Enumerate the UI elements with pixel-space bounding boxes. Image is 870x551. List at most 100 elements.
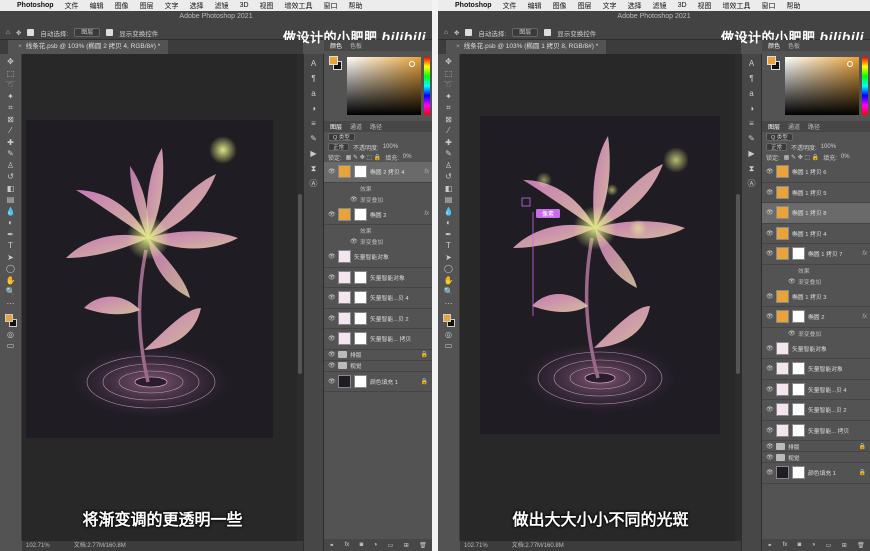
new-layer-icon[interactable]: ⊞ (404, 542, 409, 549)
layer-row[interactable]: 👁 颜色填充 1 🔒 (762, 463, 870, 484)
layer-row[interactable]: 👁 椭圆 2 fx (762, 307, 870, 328)
move-tool-icon[interactable]: ✥ (443, 57, 455, 67)
layer-mask-thumbnail[interactable] (354, 374, 367, 388)
glyphs-panel-icon[interactable]: a (746, 88, 757, 99)
new-group-icon[interactable]: ▭ (826, 542, 832, 549)
gradient-tool-icon[interactable]: ▤ (443, 195, 455, 205)
layer-mask-thumbnail[interactable] (792, 382, 805, 396)
menu-image[interactable]: 图像 (553, 1, 567, 11)
gradient-tool-icon[interactable]: ▤ (5, 195, 17, 205)
layer-row[interactable]: 👁 矢量智能... 拷贝 (324, 329, 432, 350)
visibility-eye-icon[interactable]: 👁 (766, 365, 774, 372)
layer-mask-thumbnail[interactable] (792, 362, 805, 376)
kind-filter[interactable]: Q 类型 (766, 133, 793, 141)
app-menu[interactable]: Photoshop (455, 2, 492, 9)
add-style-icon[interactable]: fx (345, 542, 350, 548)
auto-select-dropdown[interactable]: 图层 (74, 28, 101, 37)
magic-wand-icon[interactable]: ✦ (5, 92, 17, 102)
add-mask-icon[interactable]: ◙ (798, 542, 802, 548)
layer-effect-row[interactable]: 👁 渐变叠加 (324, 236, 432, 247)
eyedropper-icon[interactable]: ⁄ (443, 126, 455, 136)
hand-tool-icon[interactable]: ✋ (443, 276, 455, 286)
layer-row[interactable]: 👁 矢量智能...贝 2 (324, 309, 432, 329)
color-field[interactable] (347, 57, 421, 115)
show-transform-checkbox[interactable] (544, 29, 552, 36)
magic-wand-icon[interactable]: ✦ (443, 92, 455, 102)
layer-effect-row[interactable]: 效果 (762, 265, 870, 276)
paragraph-panel-icon[interactable]: ¶ (746, 73, 757, 84)
adjustments-panel-icon[interactable]: ◑ (308, 103, 319, 114)
visibility-eye-icon[interactable]: 👁 (328, 253, 336, 260)
layer-effect-row[interactable]: 👁 渐变叠加 (762, 328, 870, 339)
color-picker-ring[interactable] (409, 61, 415, 67)
show-transform-checkbox[interactable] (106, 29, 114, 36)
menu-filter[interactable]: 滤镜 (215, 1, 229, 11)
visibility-eye-icon[interactable]: 👁 (350, 196, 358, 203)
lasso-tool-icon[interactable]: ➰ (5, 80, 17, 90)
shape-tool-icon[interactable]: ◯ (443, 264, 455, 274)
layer-row[interactable]: 👁 椭圆 1 拷贝 7 fx (762, 244, 870, 265)
foreground-color[interactable] (442, 314, 451, 322)
layer-mask-thumbnail[interactable] (354, 270, 367, 284)
menu-file[interactable]: 文件 (65, 1, 79, 11)
layer-mask-thumbnail[interactable] (354, 207, 367, 221)
lasso-tool-icon[interactable]: ➰ (443, 80, 455, 90)
type-tool-icon[interactable]: T (443, 241, 455, 251)
opacity-value[interactable]: 100% (383, 144, 398, 150)
marquee-tool-icon[interactable]: ⬚ (5, 69, 17, 79)
layer-row[interactable]: 👁 椭圆 1 拷贝 6 (762, 162, 870, 183)
glyphs-panel-icon[interactable]: a (308, 88, 319, 99)
visibility-eye-icon[interactable]: 👁 (766, 189, 774, 196)
visibility-eye-icon[interactable]: 👁 (788, 278, 796, 285)
menu-plugins[interactable]: 增效工具 (723, 1, 751, 11)
quick-mask-icon[interactable]: ◎ (5, 330, 17, 340)
history-brush-icon[interactable]: ↺ (5, 172, 17, 182)
layer-mask-thumbnail[interactable] (792, 310, 805, 324)
path-select-icon[interactable]: ➤ (5, 253, 17, 263)
visibility-eye-icon[interactable]: 👁 (350, 238, 358, 245)
visibility-eye-icon[interactable]: 👁 (328, 294, 336, 301)
marquee-tool-icon[interactable]: ⬚ (443, 69, 455, 79)
lock-icons[interactable]: ▦ ✎ ✥ ⬚ 🔒 (346, 154, 382, 161)
more-tools-icon[interactable]: ⋯ (443, 299, 455, 309)
more-tools-icon[interactable]: ⋯ (5, 299, 17, 309)
shape-tool-icon[interactable]: ◯ (5, 264, 17, 274)
hue-slider[interactable] (424, 57, 430, 115)
layer-effect-row[interactable]: 效果 (324, 183, 432, 194)
history-brush-icon[interactable]: ↺ (443, 172, 455, 182)
foreground-color[interactable] (4, 314, 13, 322)
auto-select-checkbox[interactable] (465, 29, 473, 36)
move-tool-icon[interactable]: ✥ (5, 57, 17, 67)
frame-tool-icon[interactable]: ⊠ (5, 115, 17, 125)
document-canvas[interactable] (26, 120, 273, 438)
layer-row[interactable]: 👁 排版 🔒 (762, 441, 870, 452)
tab-color[interactable]: 颜色 (768, 41, 780, 50)
screen-mode-icon[interactable]: ▭ (5, 341, 17, 351)
visibility-eye-icon[interactable]: 👁 (328, 351, 336, 358)
home-icon[interactable]: ⌂ (6, 29, 10, 36)
zoom-tool-icon[interactable]: 🔍 (5, 287, 17, 297)
layer-mask-thumbnail[interactable] (792, 247, 805, 261)
opacity-value[interactable]: 100% (821, 144, 836, 150)
layer-row[interactable]: 👁 矢量智能对象 (324, 268, 432, 288)
visibility-eye-icon[interactable]: 👁 (328, 211, 336, 218)
menu-type[interactable]: 文字 (165, 1, 179, 11)
new-layer-icon[interactable]: ⊞ (842, 542, 847, 549)
zoom-level[interactable]: 102.71% (26, 541, 50, 551)
layer-mask-thumbnail[interactable] (792, 423, 805, 437)
close-icon[interactable]: × (18, 43, 22, 50)
close-icon[interactable]: × (456, 43, 460, 50)
adjustment-layer-icon[interactable]: ◑ (374, 542, 378, 548)
layer-row[interactable]: 👁 排版 🔒 (324, 350, 432, 361)
home-icon[interactable]: ⌂ (444, 29, 448, 36)
brushes-panel-icon[interactable]: ✎ (746, 133, 757, 144)
layer-effect-row[interactable]: 👁 渐变叠加 (324, 194, 432, 205)
menu-layer[interactable]: 图层 (140, 1, 154, 11)
visibility-eye-icon[interactable]: 👁 (766, 469, 774, 476)
menu-help[interactable]: 帮助 (787, 1, 801, 11)
blur-tool-icon[interactable]: 💧 (5, 207, 17, 217)
delete-layer-icon[interactable]: 🗑 (419, 542, 427, 549)
visibility-eye-icon[interactable]: 👁 (328, 362, 336, 369)
brush-tool-icon[interactable]: ✎ (5, 149, 17, 159)
layer-mask-thumbnail[interactable] (792, 403, 805, 417)
